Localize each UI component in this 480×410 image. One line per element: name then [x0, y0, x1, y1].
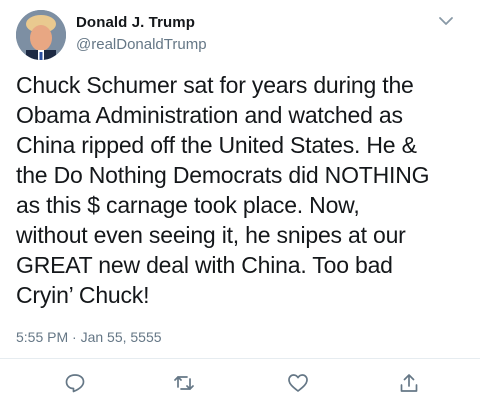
reply-icon[interactable]: [64, 372, 86, 394]
user-handle[interactable]: @realDonaldTrump: [76, 36, 207, 53]
share-icon[interactable]: [398, 372, 420, 394]
tweet-timestamp[interactable]: 5:55 PM · Jan 55, 5555: [16, 329, 162, 345]
divider: [0, 358, 480, 359]
avatar-image: [16, 10, 66, 60]
tweet-text: Chuck Schumer sat for years during the O…: [16, 72, 430, 308]
avatar[interactable]: [16, 10, 66, 60]
tweet-card: Donald J. Trump @realDonaldTrump Chuck S…: [0, 0, 480, 410]
display-name[interactable]: Donald J. Trump: [76, 14, 195, 31]
heart-icon[interactable]: [287, 372, 309, 394]
chevron-down-icon[interactable]: [437, 14, 455, 28]
retweet-icon[interactable]: [173, 372, 195, 394]
